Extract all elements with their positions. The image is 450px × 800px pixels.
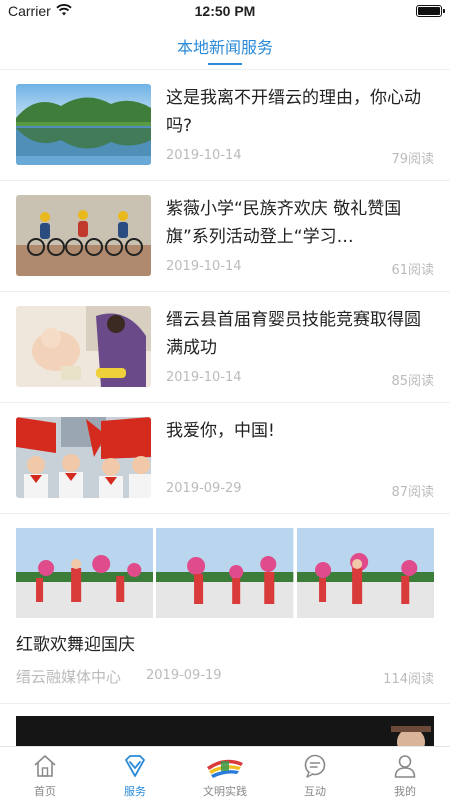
news-thumbnail bbox=[16, 195, 151, 276]
news-title: 这是我离不开缙云的理由，你心动吗? bbox=[166, 88, 421, 136]
news-item[interactable]: 这是我离不开缙云的理由，你心动吗? 2019-10-14 79阅读 bbox=[0, 70, 450, 181]
bottom-tab-bar: 首页 服务 文明实践 互动 我的 bbox=[0, 746, 450, 800]
tab-label: 互动 bbox=[304, 785, 326, 798]
news-item[interactable]: 紫薇小学“民族齐欢庆 敬礼赞国旗”系列活动登上“学习… 2019-10-14 6… bbox=[0, 181, 450, 292]
tab-label: 文明实践 bbox=[203, 785, 247, 798]
news-thumbnail bbox=[16, 306, 151, 387]
user-icon bbox=[394, 755, 416, 778]
news-thumbnail bbox=[16, 84, 151, 165]
tab-interaction[interactable]: 互动 bbox=[270, 747, 360, 800]
news-item[interactable]: 缙云县首届育婴员技能竞赛取得圆满成功 2019-10-14 85阅读 bbox=[0, 292, 450, 403]
tab-home[interactable]: 首页 bbox=[0, 747, 90, 800]
title-underline bbox=[208, 63, 242, 65]
news-title: 红歌欢舞迎国庆 bbox=[16, 635, 135, 655]
tab-label: 首页 bbox=[34, 785, 56, 798]
diamond-icon bbox=[125, 755, 145, 777]
chat-icon bbox=[304, 754, 326, 778]
news-thumbnail bbox=[16, 417, 151, 498]
news-title: 紫薇小学“民族齐欢庆 敬礼赞国旗”系列活动登上“学习… bbox=[166, 199, 402, 247]
news-date: 2019-10-14 bbox=[166, 370, 242, 385]
news-source: 缙云融媒体中心 bbox=[16, 668, 122, 686]
civilization-logo-icon bbox=[207, 759, 243, 778]
tab-service[interactable]: 服务 bbox=[90, 747, 180, 800]
news-item[interactable]: 我爱你，中国! 2019-09-29 87阅读 bbox=[0, 403, 450, 514]
news-read-count: 79阅读 bbox=[391, 152, 434, 167]
news-title: 我爱你，中国! bbox=[166, 421, 275, 441]
news-item-partial[interactable] bbox=[16, 716, 434, 746]
tab-label: 我的 bbox=[394, 785, 416, 798]
clock: 12:50 PM bbox=[194, 3, 256, 19]
gallery-images bbox=[16, 528, 434, 618]
home-icon bbox=[34, 755, 56, 777]
tab-label: 服务 bbox=[124, 785, 146, 798]
news-read-count: 61阅读 bbox=[391, 263, 434, 278]
tab-civilization-practice[interactable]: 文明实践 bbox=[180, 747, 270, 800]
news-title: 缙云县首届育婴员技能竞赛取得圆满成功 bbox=[166, 310, 421, 358]
tab-profile[interactable]: 我的 bbox=[360, 747, 450, 800]
news-read-count: 87阅读 bbox=[391, 485, 434, 500]
news-date: 2019-09-19 bbox=[146, 668, 222, 683]
news-date: 2019-10-14 bbox=[166, 148, 242, 163]
page-title[interactable]: 本地新闻服务 bbox=[0, 34, 450, 58]
news-date: 2019-10-14 bbox=[166, 259, 242, 274]
news-read-count: 114阅读 bbox=[383, 672, 434, 687]
news-date: 2019-09-29 bbox=[166, 481, 242, 496]
news-read-count: 85阅读 bbox=[391, 374, 434, 389]
gallery-image bbox=[16, 528, 154, 618]
gallery-image bbox=[296, 528, 434, 618]
battery-icon bbox=[416, 5, 445, 17]
status-bar: Carrier 12:50 PM bbox=[0, 0, 450, 24]
gallery-image bbox=[156, 528, 294, 618]
gallery-news-item[interactable]: 红歌欢舞迎国庆 缙云融媒体中心 2019-09-19 114阅读 bbox=[0, 512, 450, 704]
